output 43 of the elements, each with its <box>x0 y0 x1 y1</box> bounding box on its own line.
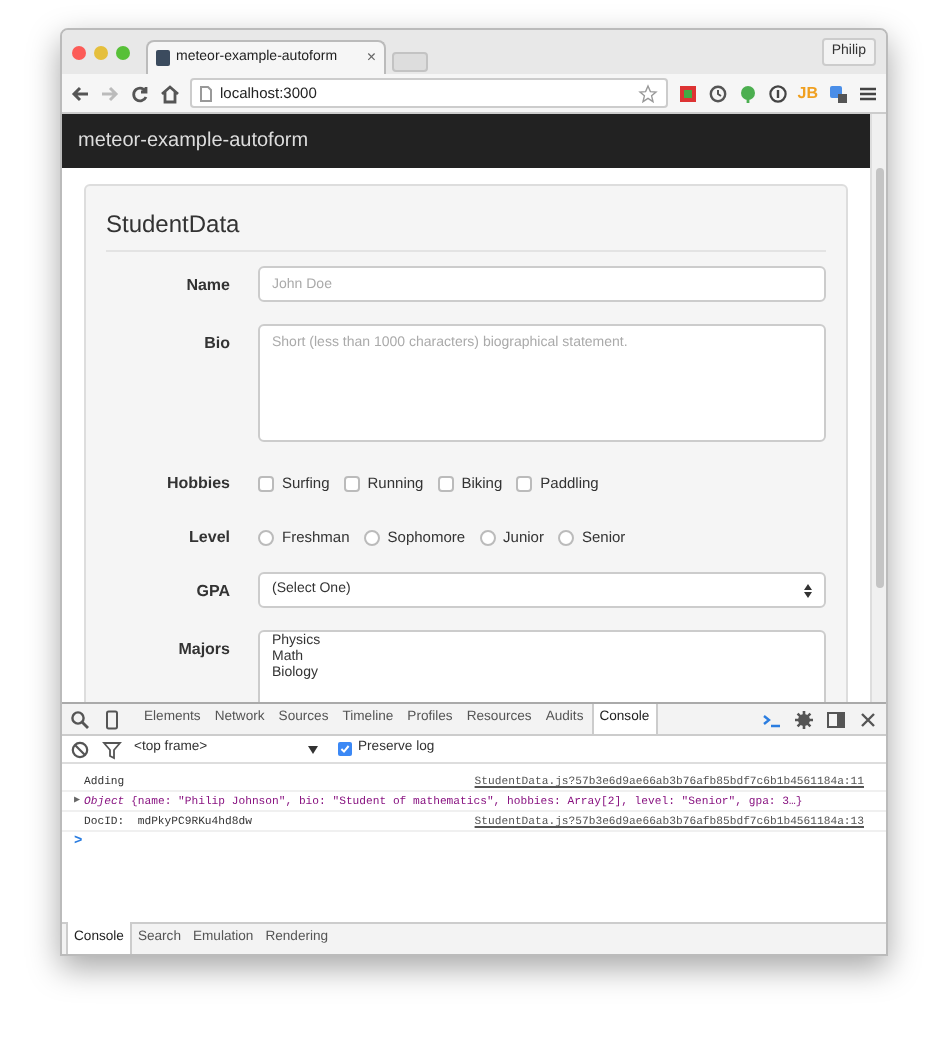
menu-icon[interactable] <box>858 83 878 103</box>
close-icon[interactable] <box>858 709 878 729</box>
close-window-icon[interactable] <box>72 45 86 59</box>
checkbox[interactable] <box>516 476 533 492</box>
scrollbar[interactable] <box>870 114 886 702</box>
field-label: Majors <box>178 640 230 658</box>
field-label: Hobbies <box>166 474 230 492</box>
checkbox[interactable] <box>343 476 360 492</box>
radio-button[interactable] <box>479 530 496 546</box>
field-label: Level <box>189 528 230 546</box>
checkbox[interactable] <box>258 476 274 492</box>
select-arrows-icon <box>804 583 812 597</box>
field-label: Name <box>186 276 230 294</box>
radio-button[interactable] <box>557 530 574 546</box>
field-label: GPA <box>196 582 230 600</box>
radio-button[interactable] <box>363 530 380 546</box>
page-icon <box>200 85 212 101</box>
dock-icon[interactable] <box>826 709 846 729</box>
zoom-window-icon[interactable] <box>116 45 130 59</box>
field-label: Bio <box>204 334 230 352</box>
extension-icon[interactable] <box>828 83 848 103</box>
navbar-brand[interactable]: meteor-example-autoform <box>78 126 309 156</box>
home-icon[interactable] <box>160 83 180 103</box>
info-icon[interactable] <box>767 83 788 103</box>
extension-icon[interactable] <box>677 83 698 103</box>
page-favicon-icon <box>156 50 170 66</box>
forward-icon[interactable] <box>100 83 120 103</box>
clear-console-icon[interactable] <box>70 739 90 759</box>
star-icon[interactable] <box>637 83 658 103</box>
search-icon[interactable] <box>70 709 90 729</box>
dropdown-arrow-icon <box>308 745 318 753</box>
tab-close-button[interactable]: × <box>366 46 376 70</box>
mobile-device-icon[interactable] <box>102 709 122 729</box>
reload-icon[interactable] <box>130 83 150 103</box>
clock-icon[interactable] <box>707 83 728 103</box>
back-icon[interactable] <box>70 83 90 103</box>
preserve-log-checkbox[interactable] <box>338 742 352 756</box>
radio-button[interactable] <box>258 530 274 546</box>
settings-icon[interactable] <box>794 709 814 729</box>
checkbox[interactable] <box>437 476 454 492</box>
filter-icon[interactable] <box>102 739 122 759</box>
terminal-icon[interactable] <box>762 709 782 729</box>
panel-title: StudentData <box>106 206 826 252</box>
